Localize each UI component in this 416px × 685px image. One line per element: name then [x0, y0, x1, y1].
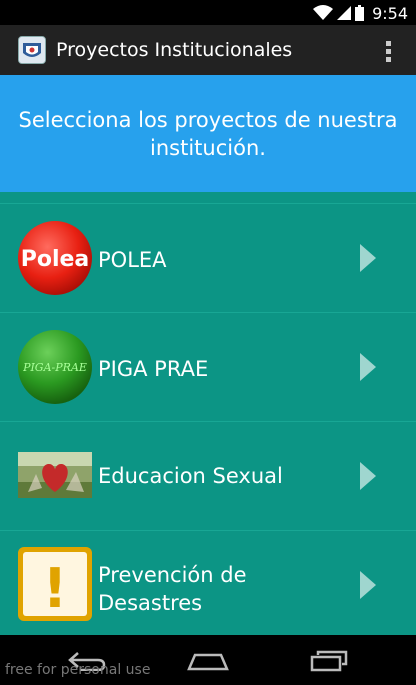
home-icon[interactable] — [187, 653, 229, 671]
school-logo-icon[interactable] — [18, 36, 46, 64]
chevron-right-icon — [360, 244, 376, 272]
list-item-label: Educacion Sexual — [98, 464, 283, 488]
heart-photo-icon — [18, 452, 92, 498]
overflow-menu-icon[interactable] — [386, 41, 392, 63]
list-item-educacion-sexual[interactable]: Educacion Sexual — [0, 421, 416, 530]
piga-prae-logo-icon: PIGA-PRAE — [18, 330, 92, 404]
svg-text:!: ! — [43, 557, 68, 620]
project-list: Polea POLEA PIGA-PRAE PIGA PRAE Educacio… — [0, 192, 416, 635]
warning-icon: ! — [18, 547, 92, 621]
list-item-label-line2: Desastres — [98, 591, 203, 615]
app-title: Proyectos Institucionales — [56, 39, 293, 61]
status-time: 9:54 — [372, 3, 408, 23]
battery-icon — [355, 5, 365, 21]
signal-icon — [337, 6, 352, 20]
header-text: Selecciona los proyectos de nuestra inst… — [18, 107, 398, 160]
chevron-right-icon — [360, 353, 376, 381]
svg-text:PIGA-PRAE: PIGA-PRAE — [22, 361, 87, 374]
svg-text:Polea: Polea — [21, 247, 90, 272]
watermark: free for personal use — [5, 662, 151, 678]
status-bar: 9:54 — [0, 0, 416, 25]
action-bar: Proyectos Institucionales — [0, 25, 416, 75]
recents-icon[interactable] — [310, 650, 348, 672]
list-item-label: PIGA PRAE — [98, 357, 209, 381]
list-item-prevencion-desastres[interactable]: ! Prevención de Desastres — [0, 530, 416, 635]
chevron-right-icon — [360, 571, 376, 599]
chevron-right-icon — [360, 462, 376, 490]
list-item-polea[interactable]: Polea POLEA — [0, 203, 416, 312]
polea-logo-icon: Polea — [18, 221, 92, 295]
wifi-icon — [313, 5, 334, 20]
header-banner: Selecciona los proyectos de nuestra inst… — [0, 75, 416, 192]
list-item-label: POLEA — [98, 248, 167, 272]
list-item-label-line1: Prevención de — [98, 563, 247, 587]
list-item-piga-prae[interactable]: PIGA-PRAE PIGA PRAE — [0, 312, 416, 421]
